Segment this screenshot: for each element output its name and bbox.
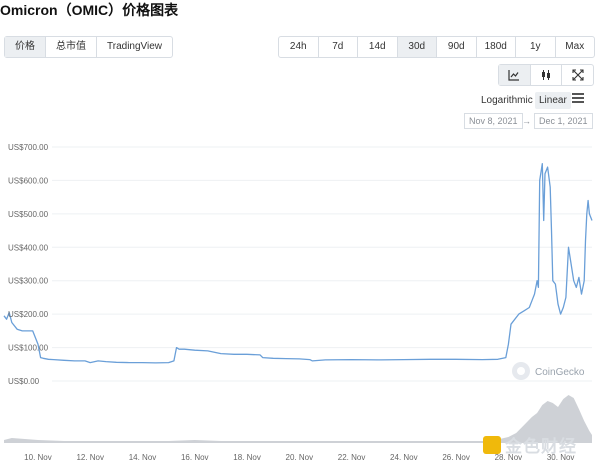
- x-tick-label: 10. Nov: [24, 453, 52, 462]
- y-tick-label: US$500.00: [8, 210, 49, 219]
- expand-icon: [572, 69, 584, 81]
- range-30d[interactable]: 30d: [397, 37, 437, 57]
- corner-watermark-text: 金色财经: [505, 437, 577, 457]
- view-tabs: 价格 总市值 TradingView: [4, 36, 174, 58]
- date-range-arrow: →: [522, 116, 531, 126]
- page-title: Omicron（OMIC）价格图表: [0, 2, 179, 18]
- expand-button[interactable]: [562, 65, 593, 85]
- corner-watermark: 金色财经: [483, 432, 577, 457]
- y-tick-label: US$100.00: [8, 344, 49, 353]
- chart-type-tabs: [498, 64, 594, 86]
- scale-linear[interactable]: Linear: [535, 92, 571, 109]
- y-tick-label: US$400.00: [8, 243, 49, 252]
- price-chart: US$700.00 US$600.00 US$500.00 US$400.00 US$3…: [3, 143, 593, 462]
- y-tick-label: US$200.00: [8, 310, 49, 319]
- x-tick-label: 22. Nov: [338, 453, 366, 462]
- date-from-input[interactable]: Nov 8, 2021: [464, 113, 523, 129]
- x-tick-label: 20. Nov: [286, 453, 314, 462]
- range-24h[interactable]: 24h: [279, 37, 319, 57]
- x-tick-label: 16. Nov: [181, 453, 209, 462]
- jinse-logo-icon: [483, 435, 501, 454]
- range-90d[interactable]: 90d: [437, 37, 477, 57]
- tab-market-cap[interactable]: 总市值: [46, 37, 97, 57]
- line-chart-icon: [508, 70, 520, 81]
- watermark-text: CoinGecko: [535, 367, 585, 378]
- price-line: [3, 163, 593, 364]
- menu-icon[interactable]: [572, 93, 584, 105]
- date-to-input[interactable]: Dec 1, 2021: [534, 113, 593, 129]
- tab-tradingview[interactable]: TradingView: [97, 37, 172, 57]
- x-tick-label: 14. Nov: [129, 453, 157, 462]
- x-tick-label: 12. Nov: [76, 453, 104, 462]
- scale-logarithmic[interactable]: Logarithmic: [481, 95, 533, 106]
- range-max[interactable]: Max: [556, 37, 595, 57]
- range-14d[interactable]: 14d: [358, 37, 398, 57]
- y-tick-label: US$300.00: [8, 277, 49, 286]
- range-180d[interactable]: 180d: [477, 37, 516, 57]
- y-tick-label: US$600.00: [8, 176, 49, 185]
- candlestick-icon: [542, 70, 550, 81]
- x-tick-label: 24. Nov: [390, 453, 418, 462]
- range-7d[interactable]: 7d: [319, 37, 358, 57]
- range-1y[interactable]: 1y: [516, 37, 556, 57]
- y-tick-label: US$0.00: [8, 377, 40, 386]
- candlestick-button[interactable]: [531, 65, 563, 85]
- tab-price[interactable]: 价格: [5, 37, 46, 57]
- y-tick-label: US$700.00: [8, 143, 49, 152]
- x-tick-label: 18. Nov: [233, 453, 261, 462]
- range-tabs: 24h 7d 14d 30d 90d 180d 1y Max: [278, 36, 595, 58]
- x-tick-label: 26. Nov: [442, 453, 470, 462]
- line-chart-button[interactable]: [499, 65, 531, 85]
- coingecko-watermark: CoinGecko: [512, 362, 585, 380]
